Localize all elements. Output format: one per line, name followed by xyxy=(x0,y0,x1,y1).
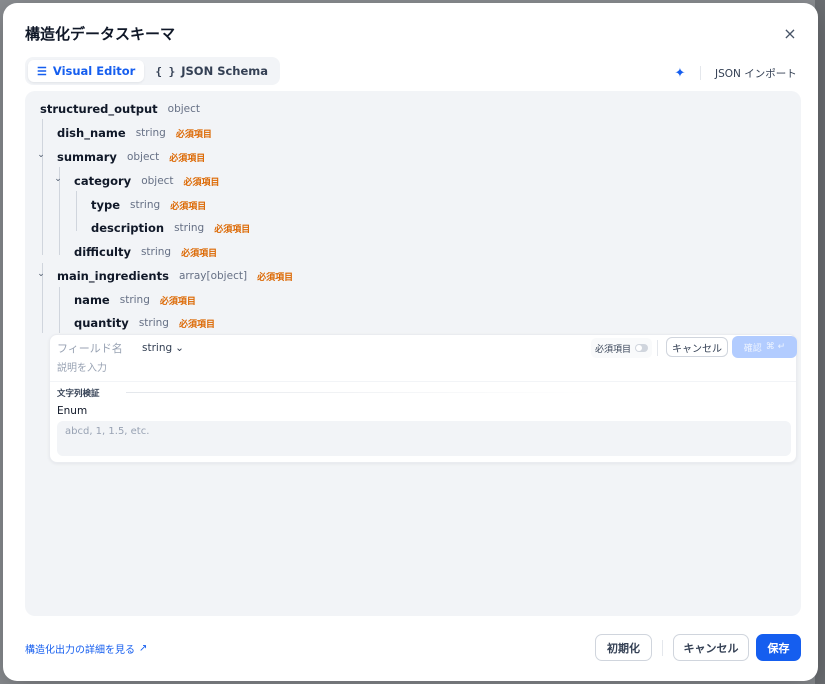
field-name: type xyxy=(91,198,121,212)
enum-input[interactable] xyxy=(57,421,791,456)
footer-divider xyxy=(662,640,663,656)
tab-visual-editor[interactable]: ☰ Visual Editor xyxy=(28,60,145,82)
required-badge: 必須項目 xyxy=(178,319,215,330)
field-name: description xyxy=(91,221,165,235)
chevron-down-icon[interactable]: ⌄ xyxy=(36,149,46,161)
reset-button[interactable]: 初期化 xyxy=(595,634,652,661)
field-name: quantity xyxy=(74,316,129,330)
required-badge: 必須項目 xyxy=(159,296,196,307)
tab-label: JSON Schema xyxy=(181,64,269,78)
list-icon: ☰ xyxy=(37,64,47,78)
tree-guide xyxy=(59,287,60,333)
field-type: array[object] xyxy=(178,270,248,282)
field-type: object xyxy=(126,151,160,163)
schema-field-quantity[interactable]: quantity string 必須項目 xyxy=(74,313,215,333)
form-cancel-button[interactable]: キャンセル xyxy=(666,337,728,357)
close-icon[interactable]: × xyxy=(779,22,801,44)
description-input[interactable] xyxy=(57,359,457,377)
docs-link[interactable]: 構造化出力の詳細を見る ↗ xyxy=(25,641,147,656)
schema-field-description[interactable]: description string 必須項目 xyxy=(91,218,250,238)
form-divider xyxy=(50,381,796,382)
type-select[interactable]: string ⌄ xyxy=(142,340,184,356)
editor-tabs: ☰ Visual Editor { } JSON Schema xyxy=(25,57,281,85)
modal-title: 構造化データスキーマ xyxy=(25,25,176,43)
tab-label: Visual Editor xyxy=(52,64,136,78)
field-type: object xyxy=(167,103,201,115)
field-type: string xyxy=(138,317,169,329)
tree-guide xyxy=(76,191,77,231)
toolbar-divider xyxy=(700,66,701,80)
chevron-down-icon[interactable]: ⌄ xyxy=(53,173,63,185)
required-badge: 必須項目 xyxy=(183,177,220,188)
field-type: string xyxy=(135,127,166,139)
section-divider xyxy=(126,392,596,393)
schema-field-main-ingredients[interactable]: main_ingredients array[object] 必須項目 xyxy=(57,266,293,286)
schema-field-difficulty[interactable]: difficulty string 必須項目 xyxy=(74,242,217,262)
required-badge: 必須項目 xyxy=(257,272,294,283)
schema-field-category[interactable]: category object 必須項目 xyxy=(74,171,220,191)
docs-link-label: 構造化出力の詳細を見る xyxy=(25,645,135,656)
enum-label: Enum xyxy=(57,405,88,417)
schema-field-type[interactable]: type string 必須項目 xyxy=(91,195,206,215)
field-name: structured_output xyxy=(40,102,158,116)
schema-field-dish-name[interactable]: dish_name string 必須項目 xyxy=(57,123,212,143)
external-link-icon: ↗ xyxy=(139,643,148,654)
field-name: name xyxy=(74,293,110,307)
field-name: main_ingredients xyxy=(57,269,169,283)
field-type: object xyxy=(141,175,174,187)
chevron-down-icon: ⌄ xyxy=(175,342,184,354)
field-name: summary xyxy=(57,150,117,164)
required-badge: 必須項目 xyxy=(181,248,218,259)
cancel-button[interactable]: キャンセル xyxy=(673,634,749,661)
required-toggle[interactable]: 必須項目 xyxy=(591,338,653,358)
toggle-switch[interactable] xyxy=(635,344,649,352)
schema-editor: structured_output object dish_name strin… xyxy=(25,91,801,616)
form-divider xyxy=(657,340,658,356)
tab-json-schema[interactable]: { } JSON Schema xyxy=(146,60,277,82)
sparkle-icon[interactable]: ✦ xyxy=(671,64,689,82)
required-badge: 必須項目 xyxy=(169,153,206,164)
confirm-label: 確認 xyxy=(743,343,762,354)
field-name: difficulty xyxy=(74,245,131,259)
schema-field-summary[interactable]: summary object 必須項目 xyxy=(57,147,205,167)
new-field-form: string ⌄ 必須項目 キャンセル 確認 ⌘ ↵ 文字列検証 Enum xyxy=(49,334,797,463)
type-select-value: string xyxy=(142,342,173,354)
schema-root[interactable]: structured_output object xyxy=(40,99,200,119)
field-name-input[interactable] xyxy=(57,339,135,357)
schema-modal: 構造化データスキーマ × ☰ Visual Editor { } JSON Sc… xyxy=(3,3,818,681)
save-button[interactable]: 保存 xyxy=(756,634,801,661)
string-validation-label: 文字列検証 xyxy=(57,389,100,399)
required-badge: 必須項目 xyxy=(175,129,212,140)
field-type: string xyxy=(119,294,150,306)
braces-icon: { } xyxy=(155,64,176,78)
field-type: string xyxy=(140,246,172,258)
chevron-down-icon[interactable]: ⌄ xyxy=(36,268,46,280)
required-badge: 必須項目 xyxy=(170,201,207,212)
field-name: dish_name xyxy=(57,126,126,140)
field-name: category xyxy=(74,174,132,188)
field-type: string xyxy=(174,222,205,234)
required-badge: 必須項目 xyxy=(214,224,251,235)
json-import-button[interactable]: JSON インポート xyxy=(709,63,803,83)
tree-guide xyxy=(42,119,43,255)
field-type: string xyxy=(130,199,161,211)
schema-field-name[interactable]: name string 必須項目 xyxy=(74,290,196,310)
shortcut-icon: ⌘ ↵ xyxy=(765,342,786,352)
form-confirm-button[interactable]: 確認 ⌘ ↵ xyxy=(732,336,797,358)
required-toggle-label: 必須項目 xyxy=(595,344,632,355)
